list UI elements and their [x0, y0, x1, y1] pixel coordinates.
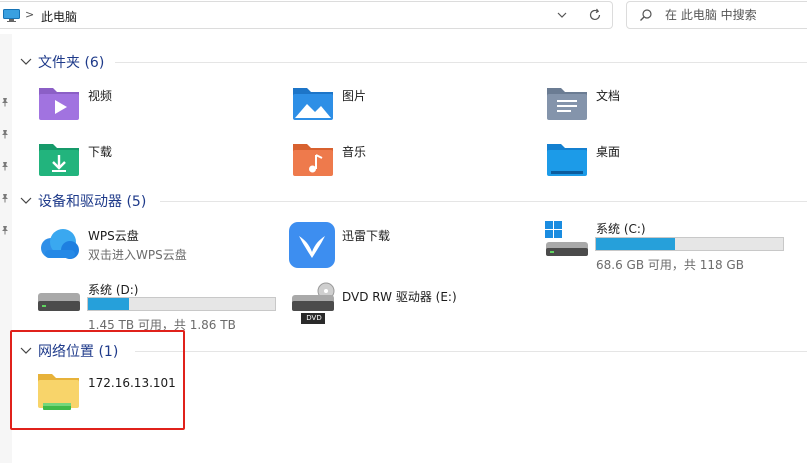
item-subtitle: 双击进入WPS云盘: [88, 248, 187, 262]
group-folders-header[interactable]: 文件夹 (6): [20, 52, 807, 72]
videos-folder-icon: [39, 88, 79, 120]
chevron-down-icon[interactable]: [20, 195, 32, 205]
drive-c-usage-bar: [595, 237, 784, 251]
group-divider: [160, 201, 807, 202]
group-divider: [115, 62, 807, 63]
group-divider: [135, 351, 807, 352]
drive-c[interactable]: 系统 (C:) 68.6 GB 可用，共 118 GB: [545, 220, 795, 272]
pictures-folder-icon: [293, 88, 333, 120]
thunder-download-icon: [289, 222, 335, 268]
music-folder-icon: [293, 144, 333, 176]
network-location-172-16-13-101[interactable]: 172.16.13.101: [37, 370, 237, 418]
group-network-header[interactable]: 网络位置 (1): [20, 341, 807, 361]
drive-d-usage-fill: [88, 298, 130, 310]
group-drives-header[interactable]: 设备和驱动器 (5): [20, 191, 807, 211]
drive-wps-cloud[interactable]: WPS云盘 双击进入WPS云盘: [37, 222, 267, 270]
drive-thunder-download[interactable]: 迅雷下载: [289, 222, 489, 270]
item-subtitle: 1.45 TB 可用，共 1.86 TB: [88, 318, 236, 332]
item-label: 下载: [88, 145, 113, 159]
item-label: 系统 (C:): [596, 222, 646, 236]
item-label: WPS云盘: [88, 229, 139, 243]
search-icon: [640, 9, 652, 21]
item-subtitle: 68.6 GB 可用，共 118 GB: [596, 258, 744, 272]
chevron-down-icon[interactable]: [555, 8, 569, 22]
address-bar: > 此电脑: [0, 0, 807, 32]
desktop-folder-icon: [547, 144, 587, 176]
breadcrumb-separator[interactable]: >: [25, 8, 34, 21]
network-folder-icon: [38, 374, 79, 410]
folder-desktop[interactable]: 桌面: [545, 138, 745, 186]
folder-videos[interactable]: 视频: [37, 82, 237, 130]
folder-downloads[interactable]: 下载: [37, 138, 237, 186]
group-title: 文件夹 (6): [38, 55, 105, 71]
drive-c-usage-fill: [596, 238, 675, 250]
item-label: 文档: [596, 89, 621, 103]
this-pc-icon: [3, 9, 20, 22]
downloads-folder-icon: [39, 144, 79, 176]
group-title: 网络位置 (1): [38, 344, 119, 360]
item-label: 172.16.13.101: [88, 376, 176, 390]
address-box[interactable]: > 此电脑: [0, 1, 613, 29]
search-input[interactable]: [665, 8, 805, 22]
dvd-badge: DVD: [306, 314, 322, 322]
pin-icon[interactable]: [0, 193, 10, 203]
drive-d-usage-bar: [87, 297, 276, 311]
documents-folder-icon: [547, 88, 587, 120]
chevron-down-icon[interactable]: [20, 56, 32, 66]
item-label: 迅雷下载: [342, 229, 391, 243]
folder-music[interactable]: 音乐: [291, 138, 491, 186]
item-label: 桌面: [596, 145, 621, 159]
folder-pictures[interactable]: 图片: [291, 82, 491, 130]
pin-icon[interactable]: [0, 129, 10, 139]
group-title: 设备和驱动器 (5): [38, 194, 147, 210]
pin-icon[interactable]: [0, 97, 10, 107]
refresh-icon[interactable]: [587, 7, 603, 23]
wps-cloud-icon: [41, 229, 79, 259]
item-label: DVD RW 驱动器 (E:): [342, 290, 457, 304]
navigation-pane[interactable]: [0, 34, 12, 463]
hard-drive-icon: [38, 293, 80, 311]
chevron-down-icon[interactable]: [20, 345, 32, 355]
pin-icon[interactable]: [0, 161, 10, 171]
pin-icon[interactable]: [0, 225, 10, 235]
item-label: 音乐: [342, 145, 367, 159]
item-label: 系统 (D:): [88, 283, 139, 297]
windows-drive-icon: [545, 221, 588, 256]
folder-documents[interactable]: 文档: [545, 82, 745, 130]
breadcrumb-this-pc[interactable]: 此电脑: [41, 8, 77, 25]
item-label: 视频: [88, 89, 113, 103]
search-box[interactable]: [626, 1, 807, 29]
drive-dvd-e[interactable]: DVD DVD RW 驱动器 (E:): [291, 281, 511, 329]
drive-d[interactable]: 系统 (D:) 1.45 TB 可用，共 1.86 TB: [37, 281, 287, 332]
item-label: 图片: [342, 89, 367, 103]
